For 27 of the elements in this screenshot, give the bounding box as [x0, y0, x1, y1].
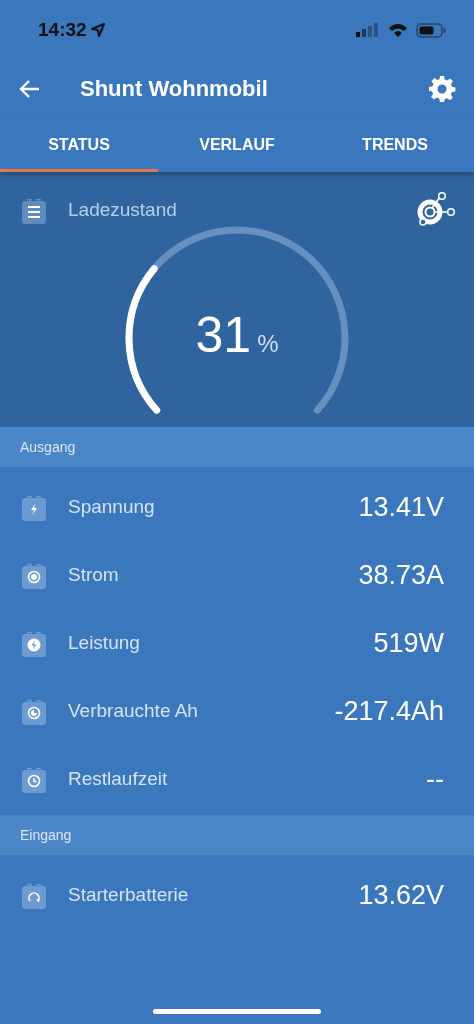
section-title: Eingang	[20, 827, 72, 843]
metric-label: Leistung	[68, 632, 141, 654]
settings-button[interactable]	[428, 75, 456, 103]
battery-icon	[416, 22, 446, 38]
wifi-icon	[388, 22, 408, 38]
metric-label: Strom	[68, 564, 120, 586]
metric-label: Starterbatterie	[68, 884, 190, 906]
settings-icon	[428, 75, 456, 103]
signal-icon	[356, 23, 380, 37]
location-icon	[90, 23, 105, 37]
status-time: 14:32	[38, 19, 87, 41]
metric-value: 38.73A	[358, 559, 444, 591]
tab[interactable]: TRENDS	[316, 118, 474, 172]
metric-label: Restlaufzeit	[68, 768, 169, 790]
metric-value: -217.4Ah	[334, 695, 444, 727]
charge-unit: %	[257, 330, 279, 358]
metric-value: --	[426, 763, 444, 795]
metric-label: Verbrauchte Ah	[68, 700, 199, 722]
section-title: Ausgang	[20, 439, 76, 455]
tab[interactable]: VERLAUF	[158, 118, 316, 172]
charge-value: 31	[195, 306, 252, 364]
screen-title: Shunt Wohnmobil	[80, 76, 269, 102]
gauge-title: Ladezustand	[68, 199, 178, 221]
metric-label: Spannung	[68, 496, 156, 518]
metric-value: 519W	[373, 627, 444, 659]
metric-value: 13.41V	[358, 491, 444, 523]
metric-value: 13.62V	[358, 879, 444, 911]
